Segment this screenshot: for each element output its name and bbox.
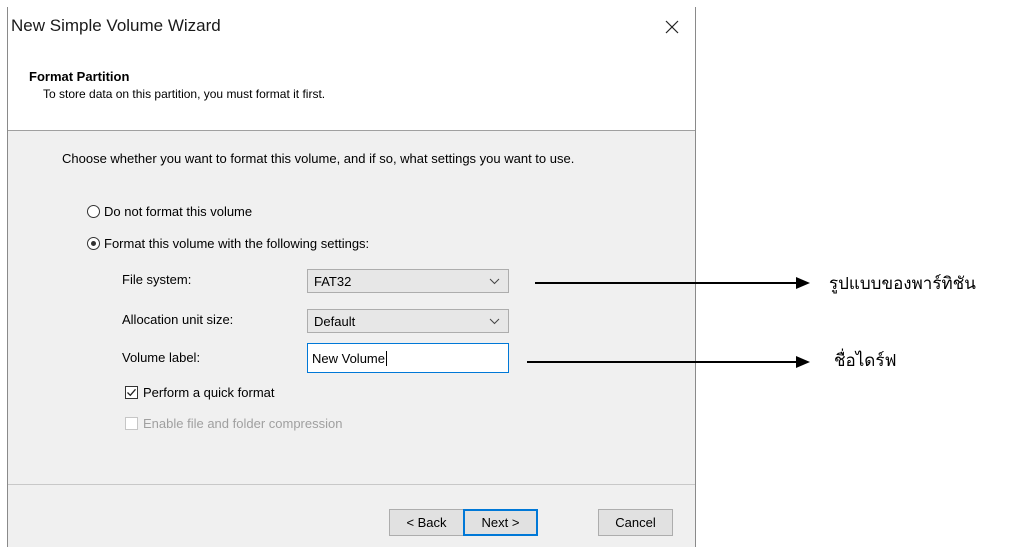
checkmark-icon	[127, 388, 136, 397]
compression-label: Enable file and folder compression	[143, 416, 343, 431]
close-button[interactable]	[649, 7, 695, 47]
allocation-unit-label: Allocation unit size:	[122, 312, 234, 327]
close-icon	[665, 20, 679, 34]
chevron-down-icon	[489, 318, 500, 325]
allocation-unit-value: Default	[314, 314, 356, 329]
cancel-button[interactable]: Cancel	[598, 509, 673, 536]
back-button[interactable]: < Back	[389, 509, 464, 536]
arrow-right-icon	[535, 277, 810, 289]
arrow-right-icon	[527, 356, 810, 368]
file-system-value: FAT32	[314, 274, 352, 289]
chevron-down-icon	[489, 278, 500, 285]
quick-format-option[interactable]: Perform a quick format	[125, 385, 275, 400]
wizard-header: Format Partition To store data on this p…	[8, 47, 695, 131]
next-button[interactable]: Next >	[463, 509, 538, 536]
intro-text: Choose whether you want to format this v…	[62, 151, 575, 166]
page-subtitle: To store data on this partition, you mus…	[43, 87, 326, 101]
file-system-label: File system:	[122, 272, 192, 287]
compression-checkbox	[125, 417, 138, 430]
radio-label: Format this volume with the following se…	[104, 236, 370, 251]
title-bar: New Simple Volume Wizard	[8, 7, 695, 47]
radio-button[interactable]	[87, 205, 100, 218]
quick-format-label: Perform a quick format	[143, 385, 275, 400]
radio-button-selected[interactable]	[87, 237, 100, 250]
window-title: New Simple Volume Wizard	[11, 16, 221, 35]
compression-option: Enable file and folder compression	[125, 416, 342, 431]
volume-label-input[interactable]: New Volume	[307, 343, 509, 373]
allocation-unit-dropdown[interactable]: Default	[307, 309, 509, 333]
text-caret	[385, 351, 387, 366]
page-title: Format Partition	[29, 69, 130, 84]
volume-label-annotation: ชื่อไดร์ฟ	[834, 351, 897, 371]
quick-format-checkbox[interactable]	[125, 386, 138, 399]
page: New Simple Volume Wizard Format Partitio…	[0, 0, 1035, 547]
volume-label-label: Volume label:	[122, 350, 201, 365]
radio-format-volume[interactable]: Format this volume with the following se…	[87, 236, 369, 251]
file-system-dropdown[interactable]: FAT32	[307, 269, 509, 293]
radio-label: Do not format this volume	[104, 204, 253, 219]
file-system-annotation: รูปแบบของพาร์ทิชัน	[829, 274, 976, 294]
radio-do-not-format[interactable]: Do not format this volume	[87, 204, 252, 219]
button-bar	[8, 484, 695, 547]
volume-label-value: New Volume	[312, 351, 385, 366]
